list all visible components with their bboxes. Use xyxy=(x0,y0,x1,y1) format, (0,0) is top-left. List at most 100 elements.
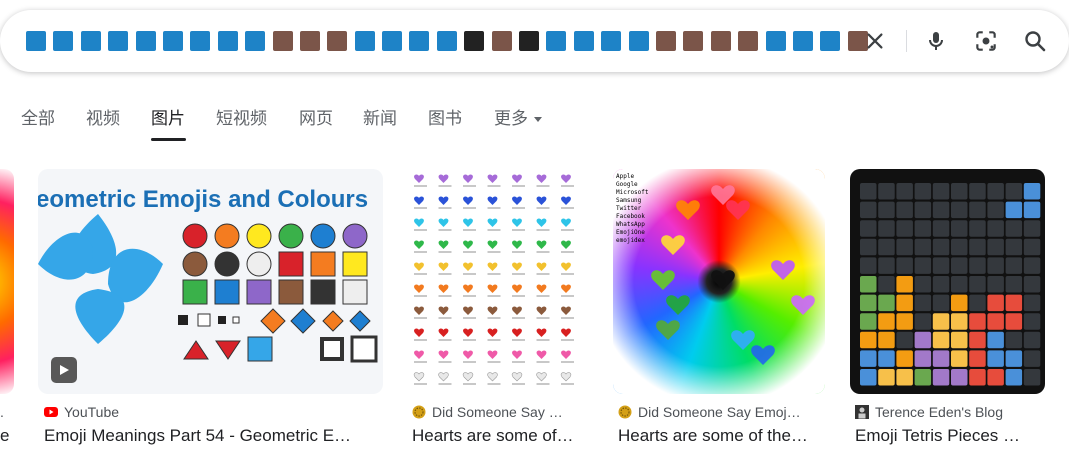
tetris-board-thumbnail xyxy=(860,183,1041,386)
tab-videos[interactable]: 视频 xyxy=(86,104,120,129)
heart-caption-line xyxy=(561,361,574,363)
tetris-cell xyxy=(914,183,932,200)
heart-emoji xyxy=(512,350,522,359)
query-emoji-chip xyxy=(327,31,348,51)
heart-caption-line xyxy=(438,295,452,297)
query-emoji-chip xyxy=(519,31,540,51)
heart-emoji xyxy=(536,350,547,359)
tetris-cell xyxy=(932,257,950,274)
heart-emoji xyxy=(511,372,523,382)
heart-caption-line xyxy=(536,383,550,385)
tetris-cell xyxy=(878,257,895,274)
heart-emoji xyxy=(561,328,571,337)
video-badge xyxy=(51,357,77,383)
tetris-cell xyxy=(860,220,877,237)
tetris-cell xyxy=(896,201,913,219)
query-emoji-chip xyxy=(382,31,403,51)
result-3-source: Did Someone Say Emoj… xyxy=(618,404,820,420)
tetris-cell xyxy=(951,238,968,256)
search-button[interactable] xyxy=(1020,26,1050,56)
heart-emoji xyxy=(463,284,473,293)
heart-caption-line xyxy=(463,317,476,319)
tab-web[interactable]: 网页 xyxy=(299,104,333,129)
search-query-emoji-chips[interactable] xyxy=(26,31,868,51)
result-2-title[interactable]: Hearts are some of… xyxy=(412,426,588,446)
query-emoji-chip xyxy=(190,31,211,51)
heart-emoji xyxy=(560,372,572,382)
image-result-1[interactable]: eometric Emojis and Colours xyxy=(38,169,383,394)
tetris-cell xyxy=(969,276,986,293)
heart-emoji xyxy=(438,218,449,227)
heart-emoji xyxy=(561,196,571,205)
heart-emoji xyxy=(512,306,522,315)
close-icon xyxy=(867,33,883,49)
clear-search-button[interactable] xyxy=(860,26,890,56)
tetris-cell xyxy=(951,276,968,293)
tab-short-videos[interactable]: 短视频 xyxy=(216,104,267,129)
tetris-cell xyxy=(969,238,986,256)
tetris-cell xyxy=(896,369,913,386)
result-1-source: YouTube xyxy=(44,404,374,420)
query-emoji-chip xyxy=(546,31,567,51)
tetris-cell xyxy=(860,294,877,312)
result-2-source: Did Someone Say … xyxy=(412,404,582,420)
image-result-2[interactable] xyxy=(409,169,587,394)
heart-emoji xyxy=(463,218,473,227)
heart-caption-line xyxy=(561,339,574,341)
result-1-title[interactable]: Emoji Meanings Part 54 - Geometric E… xyxy=(44,426,382,446)
heart-caption-line xyxy=(512,317,525,319)
tetris-cell xyxy=(951,313,968,330)
heart-emoji xyxy=(438,174,449,183)
voice-search-button[interactable] xyxy=(921,26,951,56)
heart-emoji xyxy=(438,306,449,315)
query-emoji-chip xyxy=(765,31,786,51)
tab-all[interactable]: 全部 xyxy=(21,104,55,129)
tetris-cell xyxy=(969,201,986,219)
tab-news[interactable]: 新闻 xyxy=(363,104,397,129)
heart-caption-line xyxy=(512,361,525,363)
tetris-cell xyxy=(1005,201,1023,219)
tetris-cell xyxy=(878,201,895,219)
heart-caption-line xyxy=(536,229,550,231)
heart-caption-line xyxy=(487,251,501,253)
query-emoji-chip xyxy=(655,31,676,51)
tetris-cell xyxy=(878,294,895,312)
did-someone-say-favicon xyxy=(412,405,426,419)
result-1-source-label: YouTube xyxy=(64,404,120,420)
tetris-cell xyxy=(878,183,895,200)
tetris-cell xyxy=(932,313,950,330)
heart-emoji xyxy=(487,350,498,359)
result-3-source-label: Did Someone Say Emoj… xyxy=(638,404,801,420)
tetris-cell xyxy=(914,220,932,237)
tetris-cell xyxy=(987,294,1004,312)
heart-caption-line xyxy=(438,383,452,385)
heart-emoji xyxy=(561,262,571,271)
tab-more[interactable]: 更多 xyxy=(494,104,542,129)
tetris-cell xyxy=(914,276,932,293)
heart-caption-line xyxy=(414,317,427,319)
image-result-3[interactable]: Apple Google Microsoft Samsung Twitter Facebo… xyxy=(613,169,825,394)
heart-caption-line xyxy=(438,185,452,187)
heart-emoji xyxy=(413,372,425,382)
floating-hearts xyxy=(651,185,815,365)
tab-books[interactable]: 图书 xyxy=(428,104,462,129)
tetris-cell xyxy=(1005,257,1023,274)
heart-emoji xyxy=(487,284,498,293)
heart-caption-line xyxy=(463,383,476,385)
heart-caption-line xyxy=(463,361,476,363)
image-result-partial[interactable] xyxy=(0,169,14,394)
query-emoji-chip xyxy=(628,31,649,51)
tetris-cell xyxy=(1005,276,1023,293)
lens-search-button[interactable] xyxy=(971,26,1001,56)
tab-images[interactable]: 图片 xyxy=(151,104,185,129)
heart-emoji xyxy=(536,284,547,293)
tetris-cell xyxy=(896,257,913,274)
heart-caption-line xyxy=(561,295,574,297)
heart-caption-line xyxy=(463,339,476,341)
heart-caption-line xyxy=(414,185,427,187)
search-bar[interactable] xyxy=(0,10,1069,72)
result-3-title[interactable]: Hearts are some of the… xyxy=(618,426,824,446)
image-result-4[interactable] xyxy=(850,169,1045,394)
result-4-title[interactable]: Emoji Tetris Pieces … xyxy=(855,426,1045,446)
play-icon xyxy=(60,365,69,375)
